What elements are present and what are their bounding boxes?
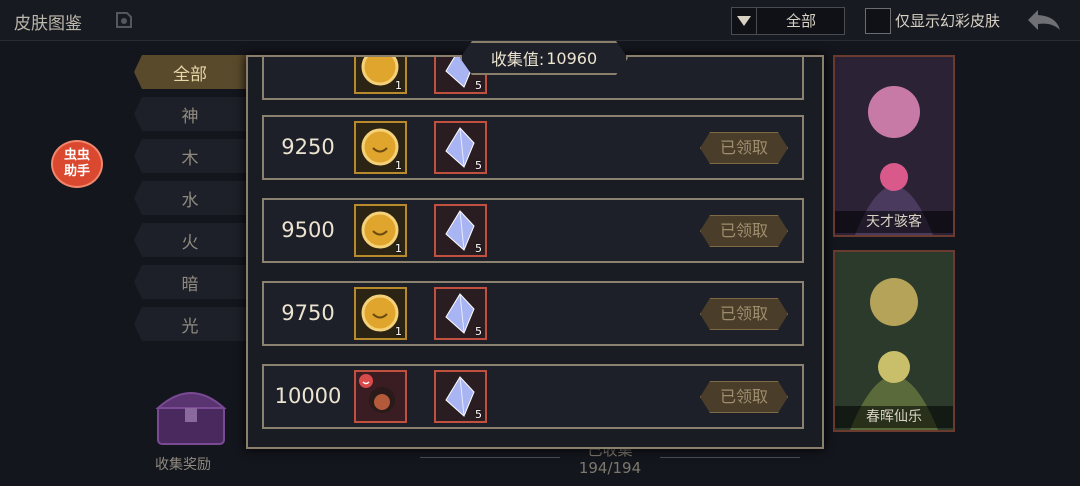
- gold-coin-icon[interactable]: 1: [354, 121, 407, 174]
- item-count: 1: [395, 242, 402, 255]
- gold-coin-icon[interactable]: 1: [354, 204, 407, 257]
- element-filter-dropdown[interactable]: 全部: [731, 7, 845, 35]
- progress-divider-left: [420, 457, 560, 458]
- item-count: 1: [395, 159, 402, 172]
- category-tab-god[interactable]: 神: [134, 97, 246, 131]
- skin-portrait-icon: [835, 252, 953, 430]
- skin-card-name: 春晖仙乐: [835, 406, 953, 428]
- category-tab-water[interactable]: 水: [134, 181, 246, 215]
- back-arrow-icon[interactable]: [1024, 6, 1064, 34]
- page-title: 皮肤图鉴: [14, 14, 82, 34]
- prismatic-only-checkbox[interactable]: [865, 8, 891, 34]
- reward-threshold: 9250: [281, 135, 335, 159]
- item-count: 5: [475, 408, 482, 421]
- gold-coin-icon: 1: [354, 57, 407, 94]
- avatar-frame-icon[interactable]: [354, 370, 407, 423]
- category-tab-all[interactable]: 全部: [134, 55, 246, 89]
- skin-card[interactable]: 春晖仙乐: [833, 250, 955, 432]
- reward-row: 9250 1 5 已领取: [262, 115, 804, 180]
- claimed-button[interactable]: 已领取: [700, 298, 788, 330]
- category-tab-fire[interactable]: 火: [134, 223, 246, 257]
- category-tab-wood[interactable]: 木: [134, 139, 246, 173]
- category-tab-light[interactable]: 光: [134, 307, 246, 341]
- crystal-shard-icon[interactable]: 5: [434, 287, 487, 340]
- codex-icon: [114, 10, 134, 30]
- reward-row: 10000 5 已领取: [262, 364, 804, 429]
- collection-total-badge: 收集值: 10960: [460, 41, 628, 75]
- skin-portrait-icon: [835, 57, 953, 235]
- collection-progress-count: 194/194: [578, 459, 642, 477]
- gold-coin-icon[interactable]: 1: [354, 287, 407, 340]
- top-bar: 皮肤图鉴 全部 仅显示幻彩皮肤: [0, 0, 1080, 41]
- reward-threshold: 9750: [281, 301, 335, 325]
- item-count: 1: [395, 325, 402, 338]
- claimed-button[interactable]: 已领取: [700, 132, 788, 164]
- reward-row: 9500 1 5 已领取: [262, 198, 804, 263]
- item-count: 5: [475, 242, 482, 255]
- claimed-button[interactable]: 已领取: [700, 215, 788, 247]
- skin-card-name: 天才骇客: [835, 211, 953, 233]
- category-tab-dark[interactable]: 暗: [134, 265, 246, 299]
- collection-reward-chest-icon[interactable]: [150, 378, 232, 448]
- item-count: 1: [395, 79, 402, 92]
- collection-rewards-panel[interactable]: 1 5 9250 1 5 已领取 9500 1 5 已领取 9750 1 5 已…: [246, 55, 824, 449]
- reward-row: 9750 1 5 已领取: [262, 281, 804, 346]
- reward-threshold: 9500: [281, 218, 335, 242]
- category-list: 全部 神 木 水 火 暗 光: [134, 55, 246, 349]
- crystal-shard-icon[interactable]: 5: [434, 204, 487, 257]
- prismatic-only-label: 仅显示幻彩皮肤: [895, 12, 1001, 30]
- collection-total-value: 10960: [546, 48, 598, 68]
- filter-selected-value: 全部: [785, 12, 816, 30]
- crystal-shard-icon[interactable]: 5: [434, 121, 487, 174]
- progress-divider-right: [660, 457, 800, 458]
- crystal-shard-icon[interactable]: 5: [434, 370, 487, 423]
- claimed-button[interactable]: 已领取: [700, 381, 788, 413]
- chevron-down-icon[interactable]: [732, 8, 757, 34]
- item-count: 5: [475, 79, 482, 92]
- collection-reward-label: 收集奖励: [155, 457, 211, 473]
- item-count: 5: [475, 325, 482, 338]
- item-count: 5: [475, 159, 482, 172]
- skin-card[interactable]: 天才骇客: [833, 55, 955, 237]
- helper-button[interactable]: 虫虫助手: [51, 140, 103, 188]
- collection-total-label: 收集值:: [490, 50, 545, 69]
- reward-threshold: 10000: [274, 384, 342, 408]
